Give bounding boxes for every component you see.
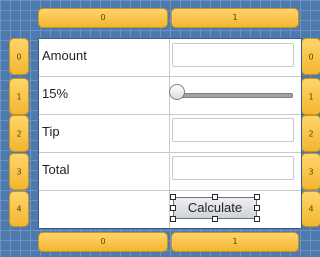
selection-handle-middle-right[interactable] <box>254 205 260 211</box>
row-header-right-2[interactable]: 2 <box>301 115 320 152</box>
total-output-field[interactable] <box>172 156 294 180</box>
row-header-right-4[interactable]: 4 <box>301 191 320 227</box>
tip-output-field[interactable] <box>172 118 294 142</box>
row-header-left-4[interactable]: 4 <box>9 191 29 227</box>
column-header-top-1[interactable]: 1 <box>171 8 299 28</box>
column-header-top-0[interactable]: 0 <box>38 8 168 28</box>
amount-label: Amount <box>42 48 87 63</box>
selection-handle-top-right[interactable] <box>254 194 260 200</box>
selection-handle-bottom-left[interactable] <box>170 216 176 222</box>
selection-handle-middle-left[interactable] <box>170 205 176 211</box>
row-divider <box>39 114 301 115</box>
row-header-left-1[interactable]: 1 <box>9 78 29 115</box>
selection-handle-top-middle[interactable] <box>212 194 218 200</box>
row-header-right-1[interactable]: 1 <box>301 78 320 115</box>
row-divider <box>39 190 301 191</box>
selection-handle-bottom-right[interactable] <box>254 216 260 222</box>
slider-thumb-handle[interactable] <box>169 84 185 100</box>
row-divider <box>39 76 301 77</box>
row-header-left-3[interactable]: 3 <box>9 153 29 190</box>
row-divider <box>39 152 301 153</box>
amount-input[interactable] <box>172 43 294 67</box>
layout-grid-panel: Amount 15% Tip Total Calculate <box>38 38 302 229</box>
tip-percent-slider[interactable] <box>179 93 293 98</box>
total-label: Total <box>42 162 70 177</box>
row-header-right-0[interactable]: 0 <box>301 38 320 75</box>
tip-label: Tip <box>42 124 60 139</box>
row-header-right-3[interactable]: 3 <box>301 153 320 190</box>
tip-percent-label: 15% <box>42 86 69 101</box>
column-header-bottom-0[interactable]: 0 <box>38 232 168 252</box>
selection-handle-bottom-middle[interactable] <box>212 216 218 222</box>
row-header-left-2[interactable]: 2 <box>9 115 29 152</box>
column-header-bottom-1[interactable]: 1 <box>171 232 299 252</box>
selection-handle-top-left[interactable] <box>170 194 176 200</box>
row-header-left-0[interactable]: 0 <box>9 38 29 75</box>
